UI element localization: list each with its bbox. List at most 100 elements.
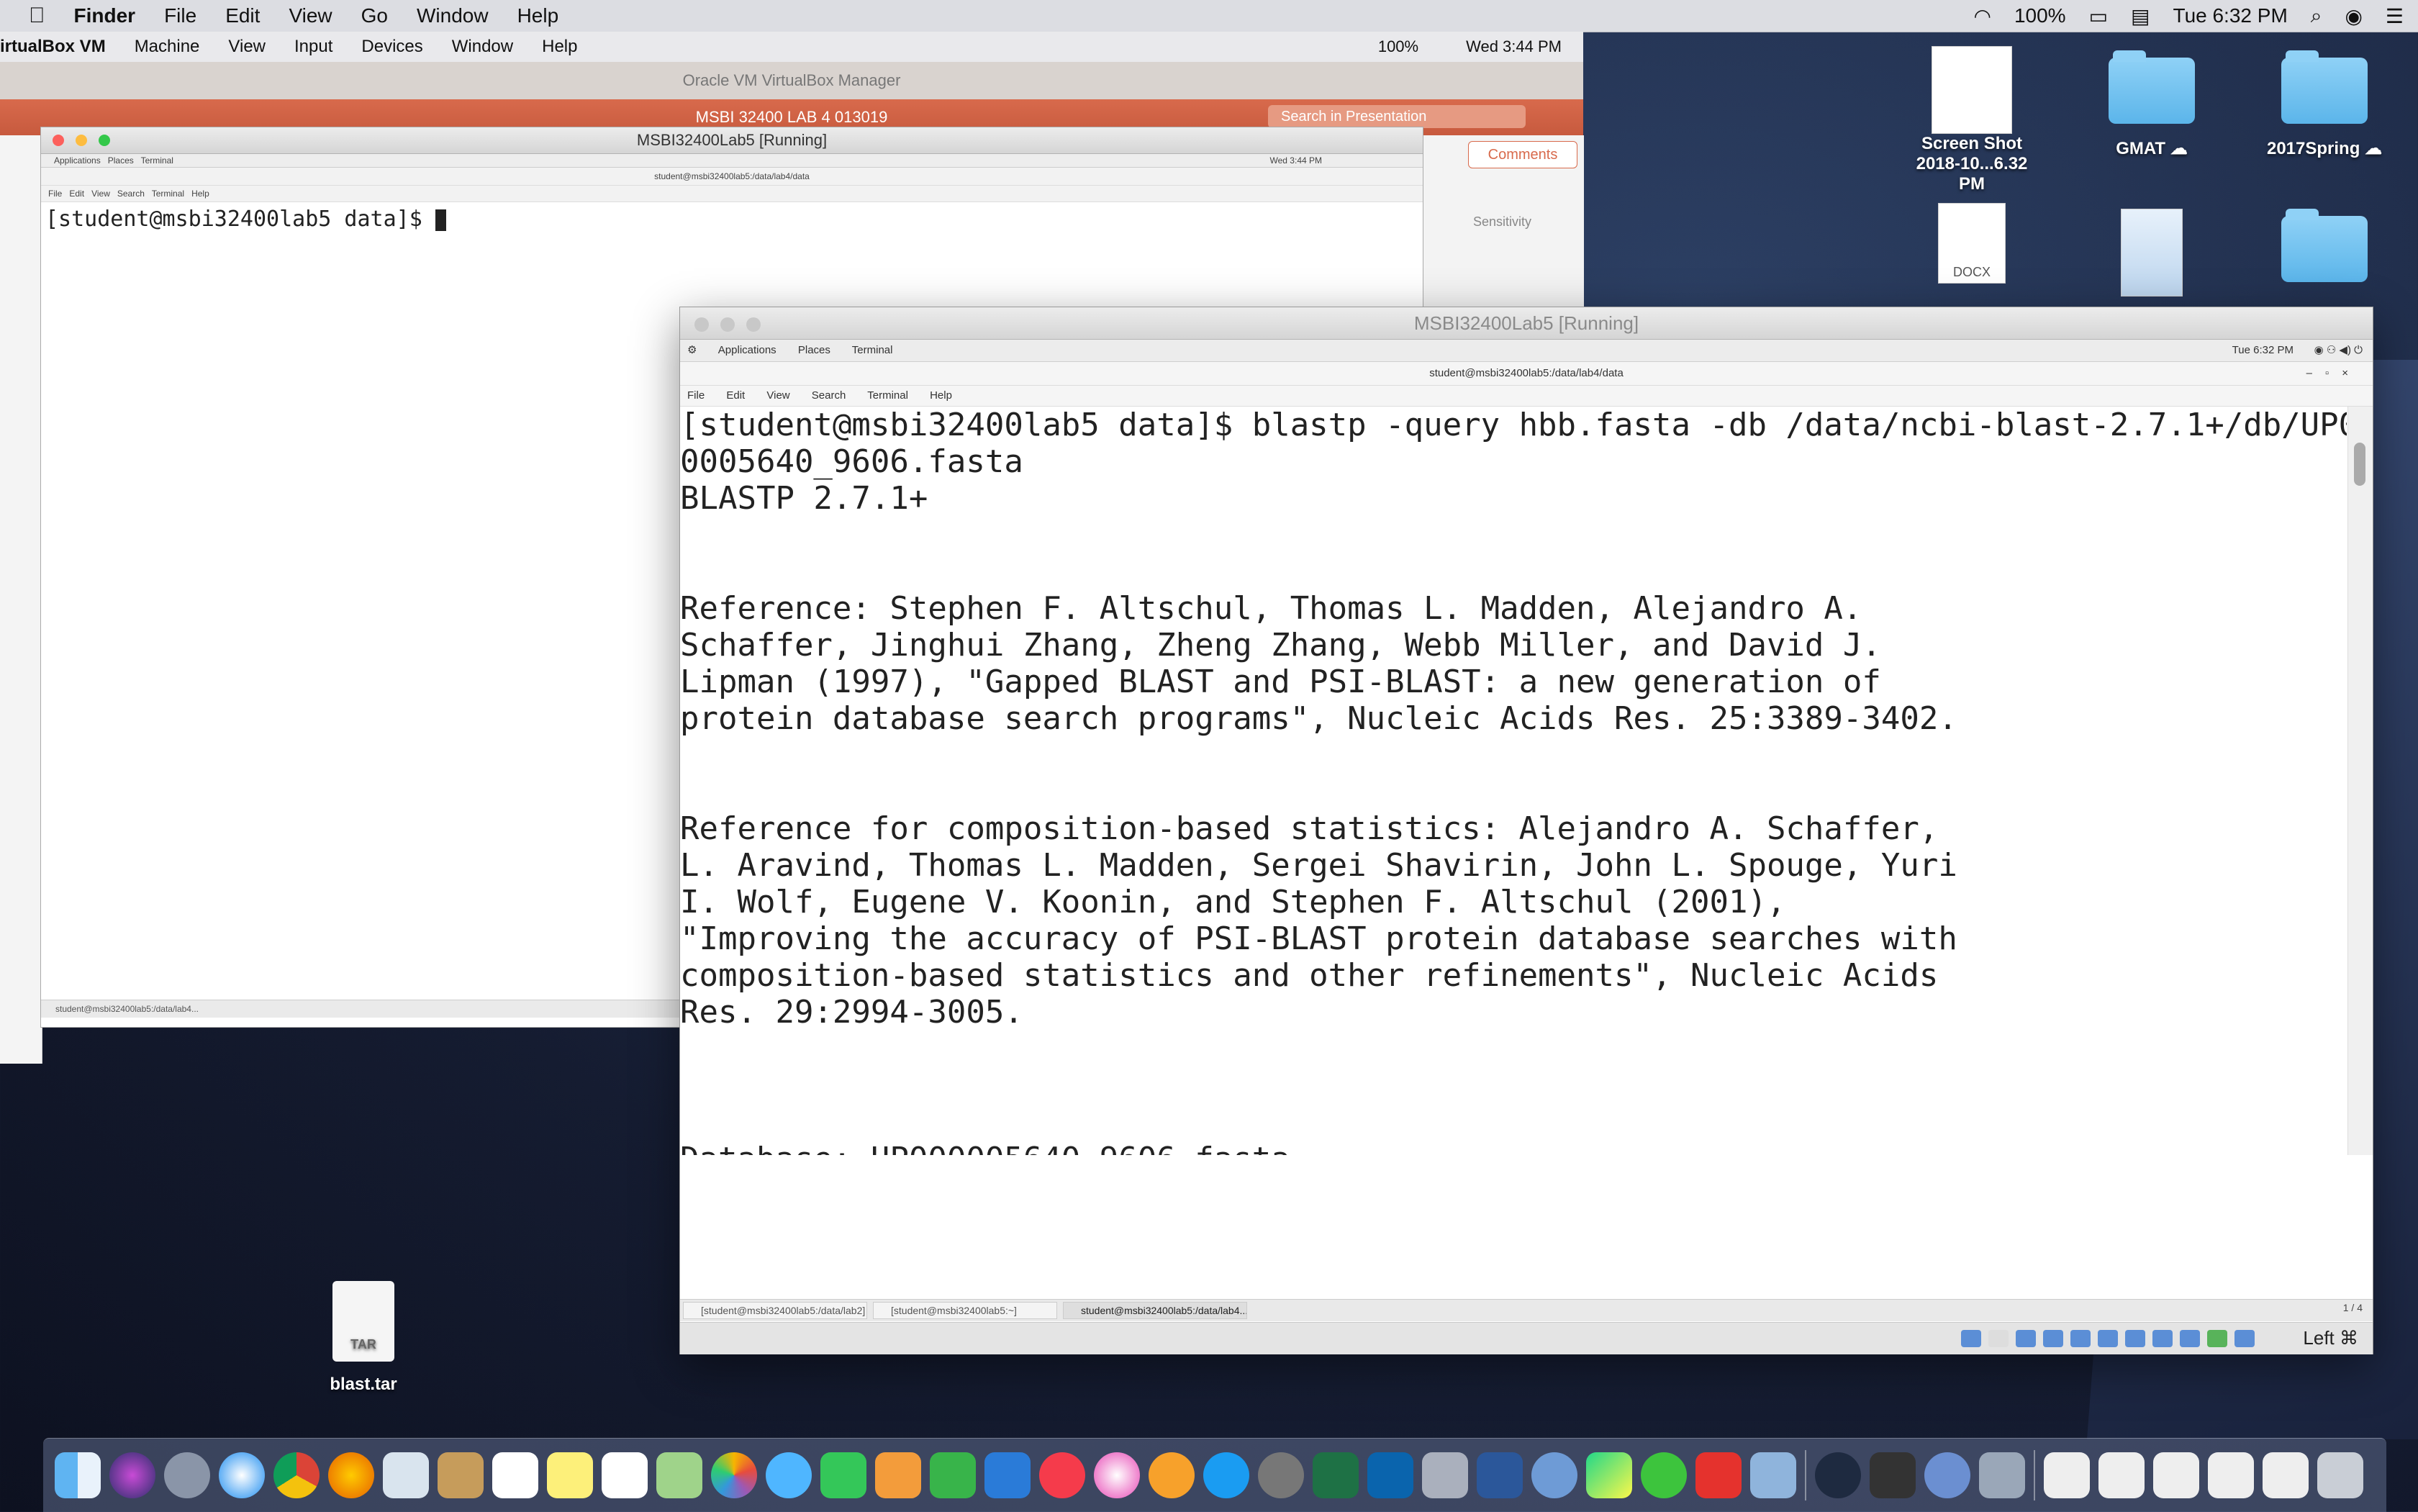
menubar-clock[interactable]: Tue 6:32 PM	[2173, 4, 2288, 27]
workspace-pager[interactable]: 1 / 4	[2343, 1302, 2363, 1313]
youdao-icon[interactable]	[1695, 1452, 1742, 1498]
firefox-icon[interactable]	[328, 1452, 374, 1498]
desktop-folder-3[interactable]	[2281, 209, 2368, 282]
sync-icon[interactable]	[1641, 1452, 1687, 1498]
ppt-search-input[interactable]: Search in Presentation	[1268, 105, 1526, 128]
menu-window[interactable]: Window	[417, 4, 489, 27]
calendar-icon[interactable]	[492, 1452, 538, 1498]
term-menu-search[interactable]: Search	[812, 389, 846, 402]
news-icon[interactable]	[1039, 1452, 1085, 1498]
chrome-window-icon[interactable]	[1924, 1452, 1970, 1498]
term-menu-help[interactable]: Help	[930, 389, 952, 402]
appstore-icon[interactable]	[1203, 1452, 1249, 1498]
desktop-photo-file[interactable]	[2116, 209, 2188, 296]
doc-stack-icon[interactable]	[2263, 1452, 2309, 1498]
term-menu-file[interactable]: File	[48, 189, 62, 199]
desktop-docx-file[interactable]: DOCX	[1929, 203, 2015, 284]
close-icon[interactable]	[53, 135, 64, 146]
gnome-applications[interactable]: Applications	[718, 344, 776, 356]
vbox-menu-window[interactable]: Window	[452, 37, 513, 57]
ppt-comments-button[interactable]: Comments	[1468, 141, 1577, 168]
launchpad-icon[interactable]	[164, 1452, 210, 1498]
doc-stack-icon[interactable]	[2208, 1452, 2254, 1498]
gnome-applications[interactable]: Applications	[54, 155, 101, 166]
facetime-icon[interactable]	[820, 1452, 866, 1498]
vbox-menu-help[interactable]: Help	[542, 37, 577, 57]
battery-icon[interactable]: ▭	[2089, 4, 2108, 28]
close-icon[interactable]	[694, 317, 709, 332]
term-menu-terminal[interactable]: Terminal	[152, 189, 184, 199]
desktop-folder-2017spring[interactable]: 2017Spring ☁	[2260, 50, 2389, 159]
mail-stamp-icon[interactable]	[383, 1452, 429, 1498]
desktop-folder-gmat[interactable]: GMAT ☁	[2087, 50, 2216, 159]
vm-back-taskbar-item[interactable]: student@msbi32400lab5:/data/lab4...	[55, 1004, 199, 1014]
ibooks-icon[interactable]	[1149, 1452, 1195, 1498]
gnome-places[interactable]: Places	[108, 155, 134, 166]
term-menu-file[interactable]: File	[687, 389, 705, 402]
terminal-output[interactable]: [student@msbi32400lab5 data]$ blastp -qu…	[680, 407, 2347, 1155]
quicktime-icon[interactable]	[1815, 1452, 1861, 1498]
virtualbox-icon[interactable]	[1750, 1452, 1796, 1498]
zoom-icon[interactable]	[746, 317, 761, 332]
term-menu-view[interactable]: View	[91, 189, 110, 199]
wifi-icon[interactable]: ◠	[1974, 4, 1991, 28]
siri-icon[interactable]	[109, 1452, 155, 1498]
menu-help[interactable]: Help	[517, 4, 559, 27]
battery-percent[interactable]: 100%	[2014, 4, 2066, 27]
gnome-places[interactable]: Places	[798, 344, 830, 356]
reminders-icon[interactable]	[602, 1452, 648, 1498]
keynote-icon[interactable]	[984, 1452, 1031, 1498]
vbox-menu-devices[interactable]: Devices	[361, 37, 422, 57]
doc-stack-icon[interactable]	[2153, 1452, 2199, 1498]
taskbar-item[interactable]: [student@msbi32400lab5:~]	[873, 1302, 1057, 1319]
outlook-icon[interactable]	[1367, 1452, 1413, 1498]
flag-icon[interactable]: ▤	[2131, 4, 2150, 28]
menu-app-name[interactable]: Finder	[74, 4, 136, 27]
vbox-menu-machine[interactable]: Machine	[135, 37, 200, 57]
system-preferences-icon[interactable]	[1258, 1452, 1304, 1498]
vbox-device-icons[interactable]	[1961, 1330, 2255, 1347]
doc-stack-icon[interactable]	[2044, 1452, 2090, 1498]
desktop-screenshot[interactable]: Screen Shot 2018-10...6.32 PM	[1907, 46, 2037, 194]
term-menu-terminal[interactable]: Terminal	[867, 389, 908, 402]
menu-edit[interactable]: Edit	[225, 4, 260, 27]
ppt-sensitivity[interactable]: Sensitivity	[1473, 214, 1531, 230]
gnome-status-icons[interactable]: ◉ ⚇ ◀) ⏻	[2314, 340, 2363, 361]
vbox-menu-input[interactable]: Input	[294, 37, 332, 57]
chrome-icon[interactable]	[273, 1452, 320, 1498]
menu-view[interactable]: View	[289, 4, 332, 27]
notefile-icon[interactable]	[438, 1452, 484, 1498]
vbox-app-name[interactable]: irtualBox VM	[0, 37, 106, 57]
term-menu-edit[interactable]: Edit	[69, 189, 84, 199]
term-menu-search[interactable]: Search	[117, 189, 145, 199]
terminal-window-controls[interactable]: –▫×	[2306, 362, 2361, 385]
term-menu-view[interactable]: View	[766, 389, 789, 402]
terminal-back-content[interactable]: [student@msbi32400lab5 data]$	[41, 202, 1423, 232]
taskbar-item-active[interactable]: student@msbi32400lab5:/data/lab4...	[1063, 1302, 1247, 1319]
trash-icon[interactable]	[2317, 1452, 2363, 1498]
menu-go[interactable]: Go	[361, 4, 388, 27]
term-menu-edit[interactable]: Edit	[726, 389, 745, 402]
vbox-menu-view[interactable]: View	[228, 37, 266, 57]
pages-icon[interactable]	[875, 1452, 921, 1498]
spotlight-icon[interactable]: ⌕	[2311, 4, 2322, 28]
word-icon[interactable]	[1477, 1452, 1523, 1498]
menu-file[interactable]: File	[164, 4, 196, 27]
gnome-terminal[interactable]: Terminal	[141, 155, 173, 166]
terminal-scrollbar[interactable]	[2347, 407, 2373, 1155]
rstudio-icon[interactable]	[1531, 1452, 1577, 1498]
photos-icon[interactable]	[711, 1452, 757, 1498]
safari-icon[interactable]	[219, 1452, 265, 1498]
minimize-icon[interactable]	[720, 317, 735, 332]
r-icon[interactable]	[1422, 1452, 1468, 1498]
minimized-window-icon[interactable]	[1870, 1452, 1916, 1498]
pycharm-icon[interactable]	[1586, 1452, 1632, 1498]
term-menu-help[interactable]: Help	[191, 189, 209, 199]
minimize-icon[interactable]	[76, 135, 87, 146]
notification-icon[interactable]: ☰	[2386, 4, 2404, 28]
maps-icon[interactable]	[656, 1452, 702, 1498]
itunes-icon[interactable]	[1094, 1452, 1140, 1498]
scrollbar-thumb[interactable]	[2354, 443, 2365, 486]
apple-icon[interactable]: 	[29, 4, 45, 28]
taskbar-item[interactable]: [student@msbi32400lab5:/data/lab2]	[683, 1302, 867, 1319]
